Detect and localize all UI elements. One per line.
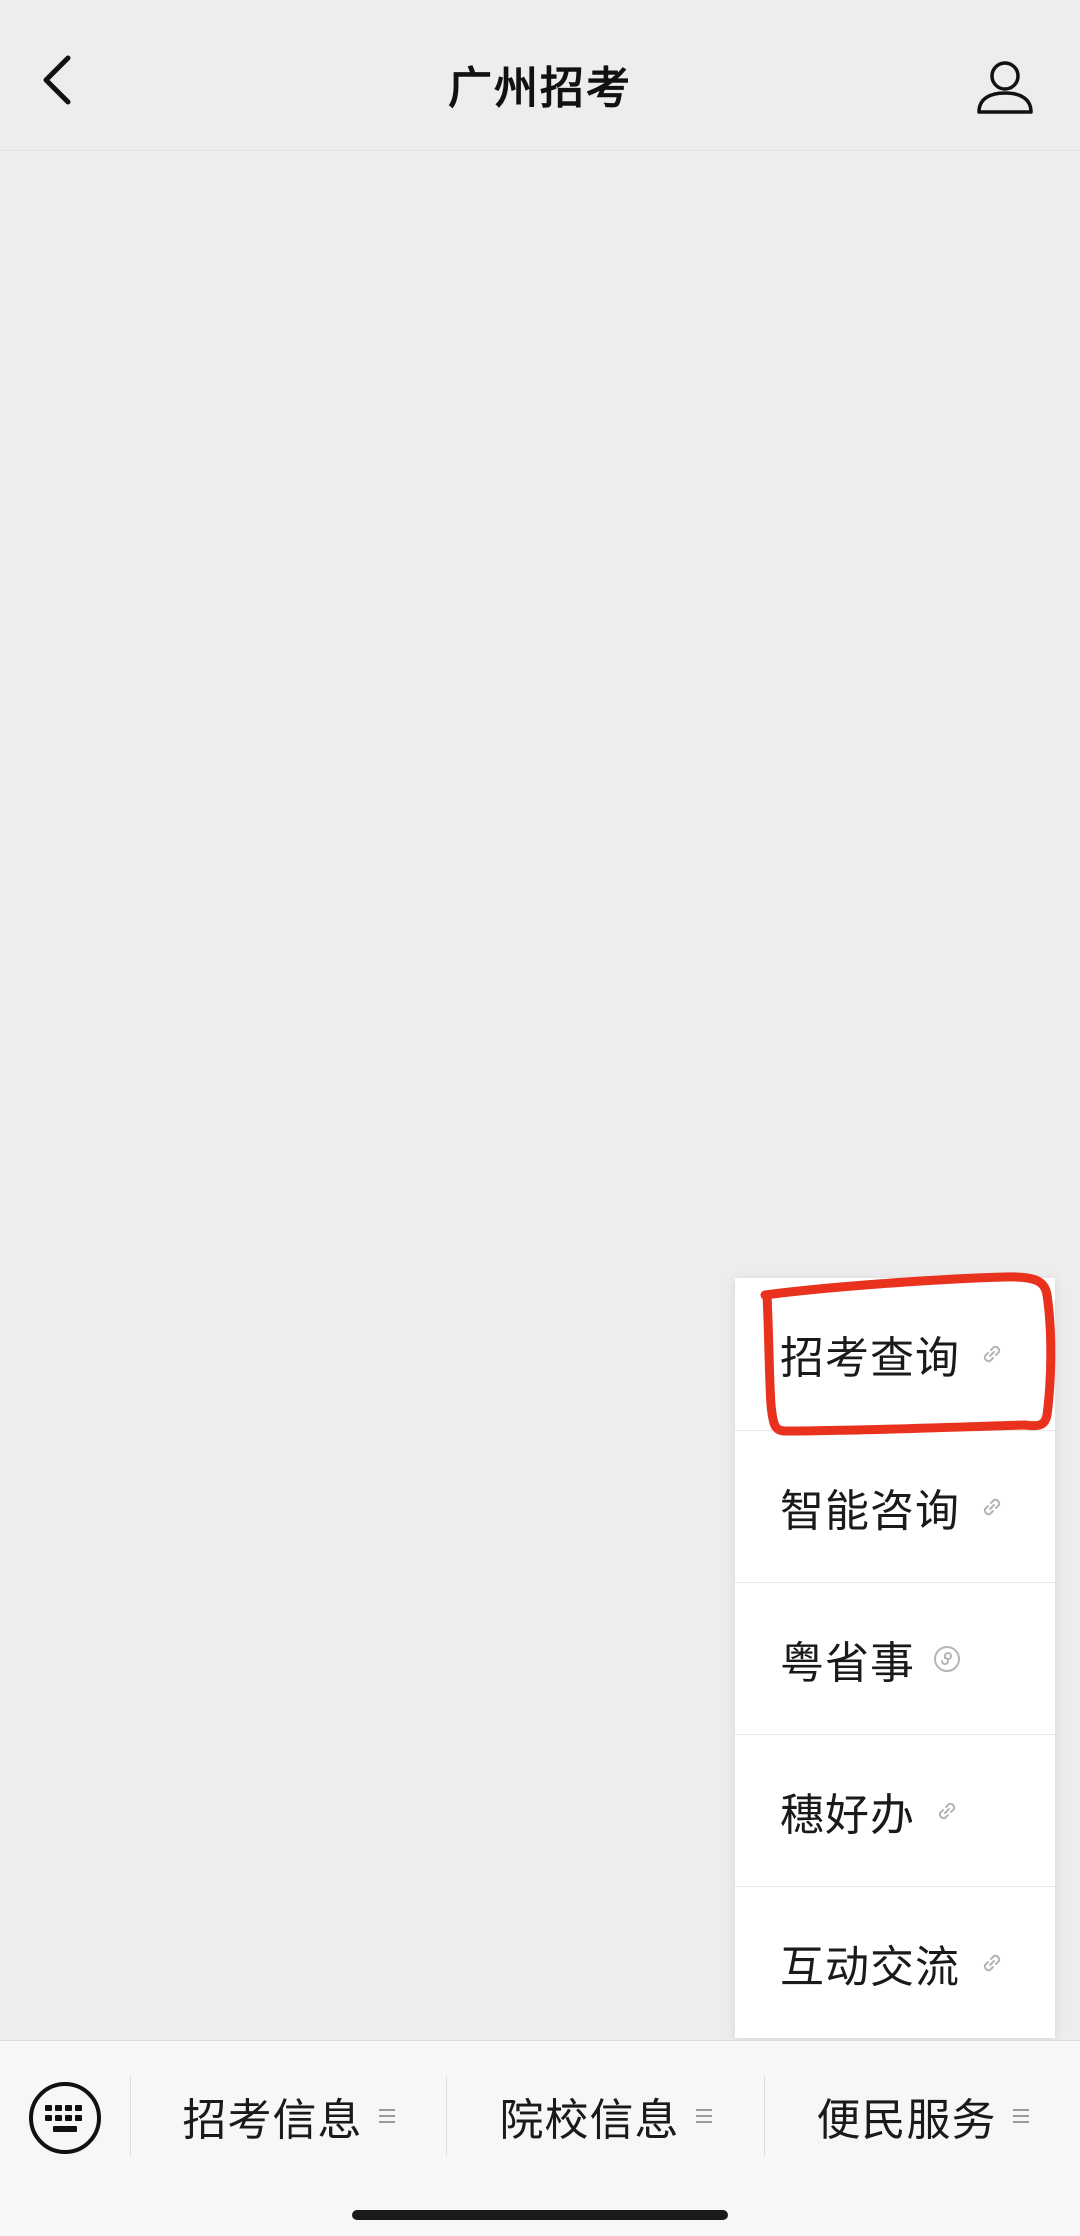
submenu-item-label: 粤省事 [780, 1637, 915, 1689]
submenu-item-smart-consult[interactable]: 智能咨询 [735, 1430, 1055, 1582]
link-icon [933, 1797, 961, 1825]
top-nav-bar: 广州招考 [0, 0, 1080, 151]
keyboard-icon [29, 2082, 101, 2154]
popup-submenu: 招考查询 智能咨询 粤省事 穗好办 互动交流 [735, 1278, 1055, 2038]
keyboard-toggle-button[interactable] [25, 2078, 105, 2158]
mini-program-icon [933, 1645, 961, 1673]
submenu-indicator-icon [1012, 2109, 1029, 2123]
menu-label: 院校信息 [499, 2095, 680, 2146]
menu-public-services[interactable]: 便民服务 [765, 2041, 1080, 2191]
submenu-item-suihaoban[interactable]: 穗好办 [735, 1734, 1055, 1886]
submenu-item-exam-query[interactable]: 招考查询 [735, 1278, 1055, 1430]
profile-button[interactable] [970, 52, 1040, 122]
home-indicator[interactable] [352, 2210, 728, 2220]
bottom-menu-bar: 招考信息 院校信息 便民服务 [0, 2040, 1080, 2236]
submenu-item-label: 穗好办 [780, 1789, 915, 1841]
submenu-item-label: 互动交流 [780, 1941, 960, 1993]
submenu-indicator-icon [378, 2109, 395, 2123]
link-icon [978, 1493, 1006, 1521]
page-title: 广州招考 [448, 63, 632, 114]
menu-exam-info[interactable]: 招考信息 [131, 2041, 446, 2191]
submenu-item-label: 智能咨询 [780, 1485, 960, 1537]
link-icon [978, 1949, 1006, 1977]
submenu-item-yueshengshi[interactable]: 粤省事 [735, 1582, 1055, 1734]
submenu-item-interaction[interactable]: 互动交流 [735, 1886, 1055, 2038]
menu-college-info[interactable]: 院校信息 [447, 2041, 764, 2191]
user-icon [977, 61, 1033, 114]
link-icon [978, 1340, 1006, 1368]
submenu-item-label: 招考查询 [780, 1333, 960, 1384]
menu-label: 便民服务 [816, 2095, 997, 2146]
submenu-indicator-icon [695, 2109, 712, 2123]
menu-label: 招考信息 [182, 2095, 363, 2146]
